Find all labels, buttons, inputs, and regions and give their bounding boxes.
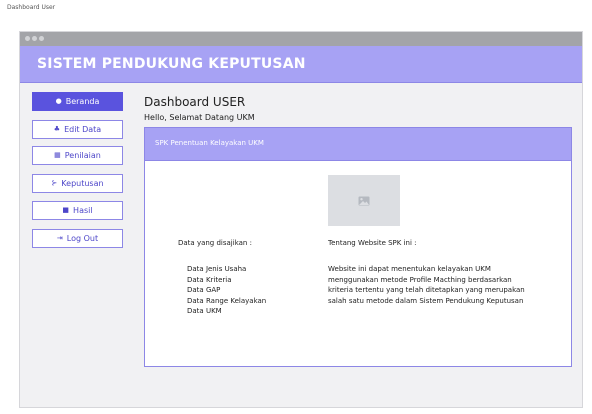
page-title: Dashboard USER: [144, 95, 246, 109]
square-icon: ■: [62, 206, 70, 214]
nav-hasil-button[interactable]: ■ Hasil: [32, 201, 123, 220]
window-titlebar: [20, 32, 582, 46]
app-header: SISTEM PENDUKUNG KEPUTUSAN: [20, 46, 582, 83]
nav-label: Edit Data: [64, 125, 102, 134]
nav-label: Hasil: [73, 206, 93, 215]
data-heading: Data yang disajikan :: [178, 239, 252, 247]
page-caption: Dashboard User: [7, 4, 56, 11]
about-text: Website ini dapat menentukan kelayakan U…: [328, 264, 568, 306]
nav-label: Beranda: [65, 97, 100, 106]
nav-label: Penilaian: [64, 151, 101, 160]
info-panel: SPK Penentuan Kelayakan UKM Data yang di…: [144, 127, 572, 367]
nav-label: Keputusan: [61, 179, 104, 188]
logout-icon: ⇥: [56, 234, 63, 242]
about-heading: Tentang Website SPK ini :: [328, 239, 417, 247]
panel-title: SPK Penentuan Kelayakan UKM: [155, 139, 264, 147]
grid-icon: ▦: [54, 151, 61, 159]
data-list: Data Jenis Usaha Data Kriteria Data GAP …: [187, 264, 266, 317]
image-placeholder: [328, 175, 400, 226]
about-line: menggunakan metode Profile Macthing berd…: [328, 275, 512, 284]
about-line: kriteria tertentu yang telah ditetapkan …: [328, 286, 525, 294]
window-dot-icon[interactable]: [32, 36, 37, 41]
list-item: Data Jenis Usaha: [187, 265, 247, 273]
about-line: salah satu metode dalam Sistem Pendukung…: [328, 296, 524, 305]
panel-header: SPK Penentuan Kelayakan UKM: [145, 128, 571, 161]
window-dot-icon[interactable]: [39, 36, 44, 41]
image-icon: [358, 196, 370, 205]
nav-penilaian-button[interactable]: ▦ Penilaian: [32, 146, 123, 165]
users-icon: ♣: [53, 125, 61, 133]
list-item: Data Range Kelayakan: [187, 296, 267, 305]
flow-icon: ⊱: [51, 179, 58, 187]
welcome-text: Hello, Selamat Datang UKM: [144, 113, 255, 122]
app-title: SISTEM PENDUKUNG KEPUTUSAN: [37, 56, 306, 72]
about-line: Website ini dapat menentukan kelayakan U…: [328, 265, 491, 273]
list-item: Data GAP: [187, 286, 221, 294]
nav-logout-button[interactable]: ⇥ Log Out: [32, 229, 123, 248]
list-item: Data Kriteria: [187, 275, 232, 284]
app-window: SISTEM PENDUKUNG KEPUTUSAN ● Beranda ♣ E…: [19, 31, 583, 408]
nav-beranda-button[interactable]: ● Beranda: [32, 92, 123, 111]
palette-icon: ●: [55, 97, 62, 105]
nav-keputusan-button[interactable]: ⊱ Keputusan: [32, 174, 123, 193]
window-dot-icon[interactable]: [25, 36, 30, 41]
nav-label: Log Out: [66, 234, 99, 243]
nav-edit-data-button[interactable]: ♣ Edit Data: [32, 120, 123, 139]
list-item: Data UKM: [187, 307, 222, 315]
